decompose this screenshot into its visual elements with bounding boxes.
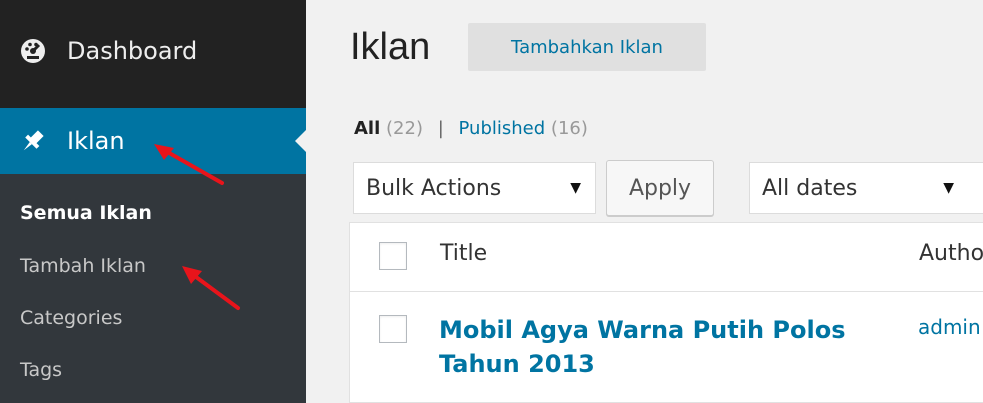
bulk-actions-select[interactable]: Bulk Actions ▼	[353, 162, 596, 214]
posts-table: Title Autho Mobil Agya Warna Putih Polos…	[349, 222, 983, 403]
submenu-item-categories[interactable]: Categories	[20, 307, 122, 329]
table-header: Title Autho	[350, 223, 983, 292]
status-filter-links: All (22) | Published (16)	[354, 118, 588, 139]
menu-label-dashboard: Dashboard	[67, 37, 198, 65]
select-all-checkbox[interactable]	[379, 242, 407, 270]
submenu-item-semua-iklan[interactable]: Semua Iklan	[20, 202, 152, 224]
dashboard-gauge-icon	[17, 35, 49, 67]
main-content: Iklan Tambahkan Iklan All (22) | Publish…	[306, 0, 983, 403]
submenu-item-tags[interactable]: Tags	[20, 359, 62, 381]
filter-published-link[interactable]: Published	[459, 118, 546, 139]
column-header-title[interactable]: Title	[440, 241, 487, 266]
row-checkbox[interactable]	[379, 315, 407, 343]
menu-item-dashboard[interactable]: Dashboard	[0, 18, 306, 84]
date-filter-value: All dates	[762, 175, 858, 201]
filter-published-count: (16)	[550, 118, 588, 139]
date-filter-select[interactable]: All dates ▼	[749, 162, 983, 214]
menu-item-iklan[interactable]: Iklan	[0, 108, 306, 174]
column-header-author: Autho	[919, 241, 983, 266]
caret-down-icon: ▼	[570, 180, 581, 196]
post-author-link[interactable]: admin	[918, 315, 983, 339]
filter-all-count: (22)	[386, 118, 423, 139]
filter-all-link[interactable]: All	[354, 118, 380, 139]
page-title: Iklan	[350, 26, 431, 68]
iklan-submenu: Semua Iklan Tambah Iklan Categories Tags	[0, 174, 306, 403]
apply-button[interactable]: Apply	[606, 160, 714, 216]
menu-label-iklan: Iklan	[67, 127, 125, 155]
submenu-item-tambah-iklan[interactable]: Tambah Iklan	[20, 255, 146, 277]
add-new-iklan-button[interactable]: Tambahkan Iklan	[468, 23, 706, 71]
admin-sidebar: Dashboard Iklan Semua Iklan Tambah Iklan…	[0, 0, 306, 403]
post-title-link[interactable]: Mobil Agya Warna Putih Polos Tahun 2013	[439, 313, 869, 381]
caret-down-icon: ▼	[943, 180, 954, 196]
filter-separator: |	[437, 118, 444, 139]
pin-icon	[17, 125, 49, 157]
bulk-actions-value: Bulk Actions	[366, 175, 502, 201]
